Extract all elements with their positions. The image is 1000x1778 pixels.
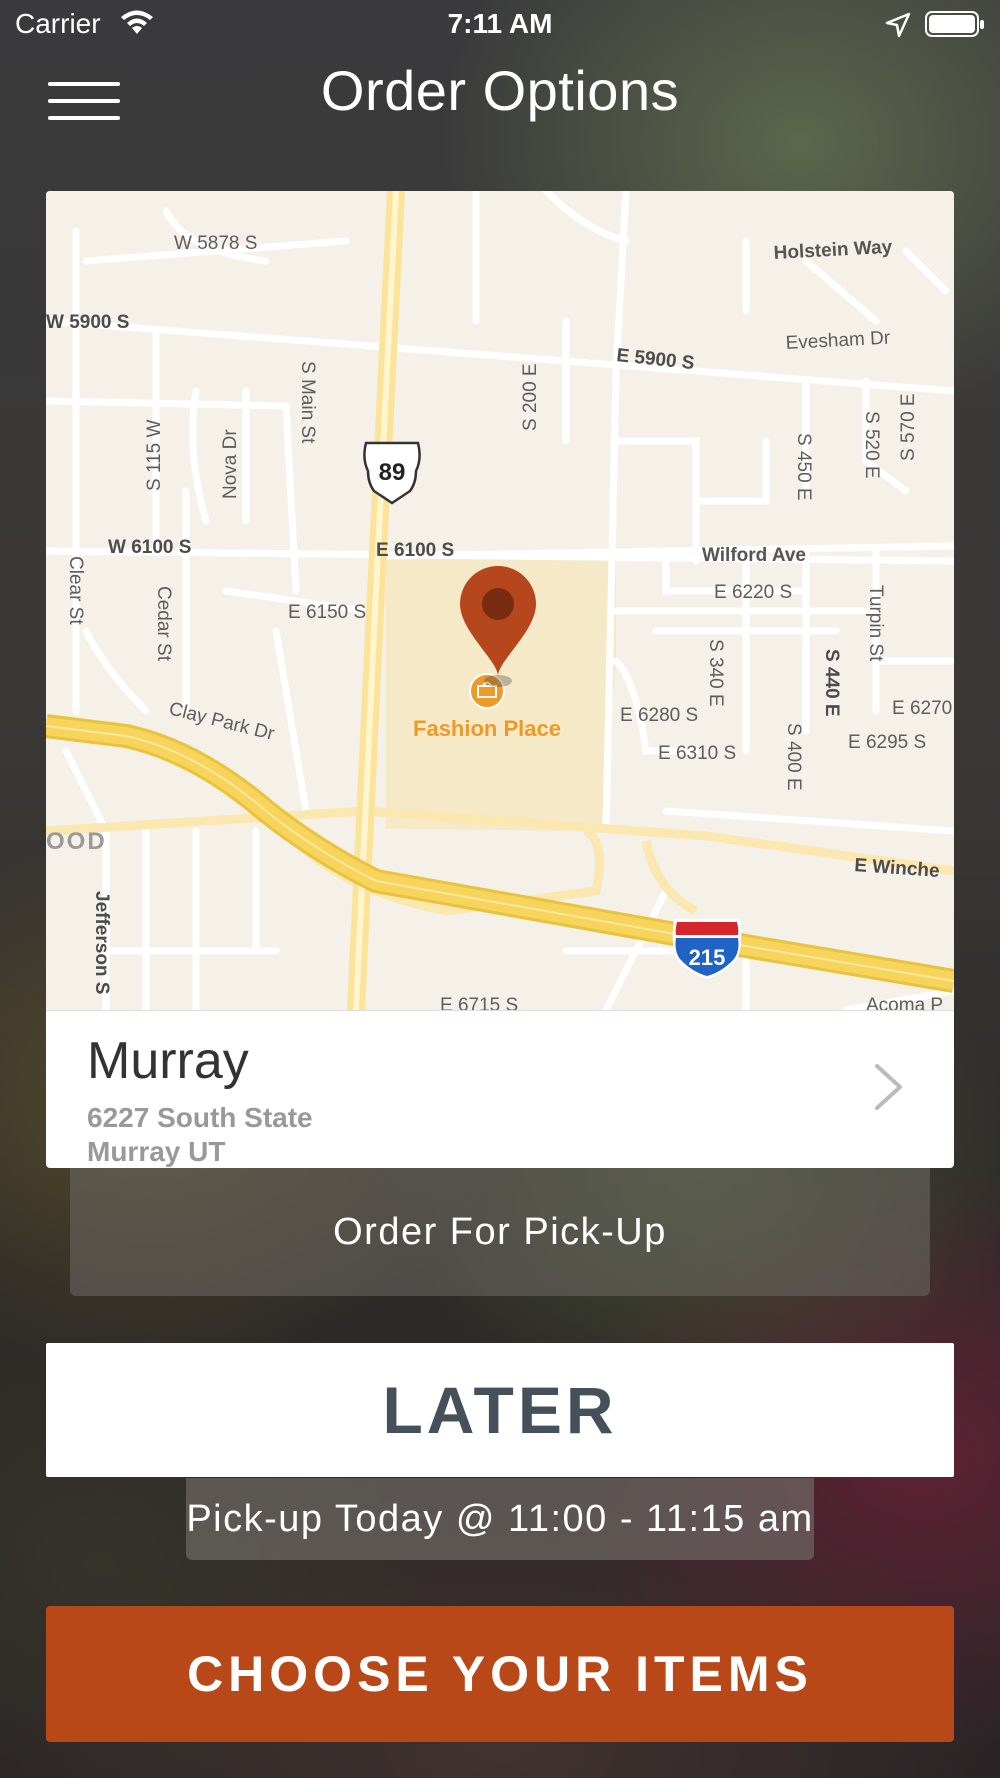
store-address-line1: 6227 South State xyxy=(87,1102,313,1133)
map-label: W 5878 S xyxy=(174,233,257,254)
map-label: Jefferson S xyxy=(91,891,112,994)
svg-text:215: 215 xyxy=(689,945,726,970)
map-label: Nova Dr xyxy=(220,429,241,499)
map-label: E 6295 S xyxy=(848,732,926,753)
pickup-time-selector[interactable]: Pick-up Today @ 11:00 - 11:15 am xyxy=(186,1478,814,1560)
map-label: E 6150 S xyxy=(288,602,366,623)
map-label: S 200 E xyxy=(520,363,541,431)
chevron-right-icon xyxy=(875,1064,902,1110)
location-card: W 5878 S W 5900 S Holstein Way E 5900 S … xyxy=(46,191,954,1168)
map-label: S 450 E xyxy=(793,433,814,501)
store-name: Murray xyxy=(87,1032,249,1090)
map-label: W 5900 S xyxy=(46,312,129,333)
map-label: S 570 E xyxy=(898,393,919,461)
map-label: S 440 E xyxy=(821,649,842,717)
store-map[interactable]: W 5878 S W 5900 S Holstein Way E 5900 S … xyxy=(46,191,954,1011)
map-label: S 115 W xyxy=(144,419,165,491)
store-selector[interactable]: Murray 6227 South State Murray UT xyxy=(46,1011,954,1168)
map-label: Turpin St xyxy=(865,585,886,662)
location-arrow-icon xyxy=(885,12,911,38)
map-label: S 520 E xyxy=(861,411,882,479)
map-label: E 6715 S xyxy=(440,995,518,1010)
battery-icon xyxy=(925,11,984,37)
map-label: E 6100 S xyxy=(376,540,454,561)
map-label: OOD xyxy=(46,828,107,855)
status-bar: Carrier 7:11 AM xyxy=(0,0,1000,50)
store-address-line2: Murray UT xyxy=(87,1136,226,1167)
map-label: Clear St xyxy=(65,556,86,625)
map-label: E 6220 S xyxy=(714,582,792,603)
poi-label: Fashion Place xyxy=(413,716,561,741)
map-label: E 6280 S xyxy=(620,705,698,726)
order-type-selector[interactable]: Order For Pick-Up xyxy=(70,1168,930,1296)
map-label: E 6270 xyxy=(892,698,952,719)
choose-items-button[interactable]: CHOOSE YOUR ITEMS xyxy=(46,1606,954,1742)
map-label: W 6100 S xyxy=(108,537,191,558)
later-button[interactable]: LATER xyxy=(46,1343,954,1477)
map-label: Cedar St xyxy=(153,586,174,662)
map-label: S Main St xyxy=(297,361,318,444)
map-label: E 6310 S xyxy=(658,743,736,764)
svg-text:89: 89 xyxy=(379,459,406,486)
map-label: Acoma P xyxy=(866,995,943,1010)
map-label: S 400 E xyxy=(783,723,804,791)
status-time: 7:11 AM xyxy=(447,8,553,39)
map-label: Wilford Ave xyxy=(702,545,806,566)
page-title: Order Options xyxy=(320,59,680,122)
map-label: S 340 E xyxy=(705,639,726,707)
